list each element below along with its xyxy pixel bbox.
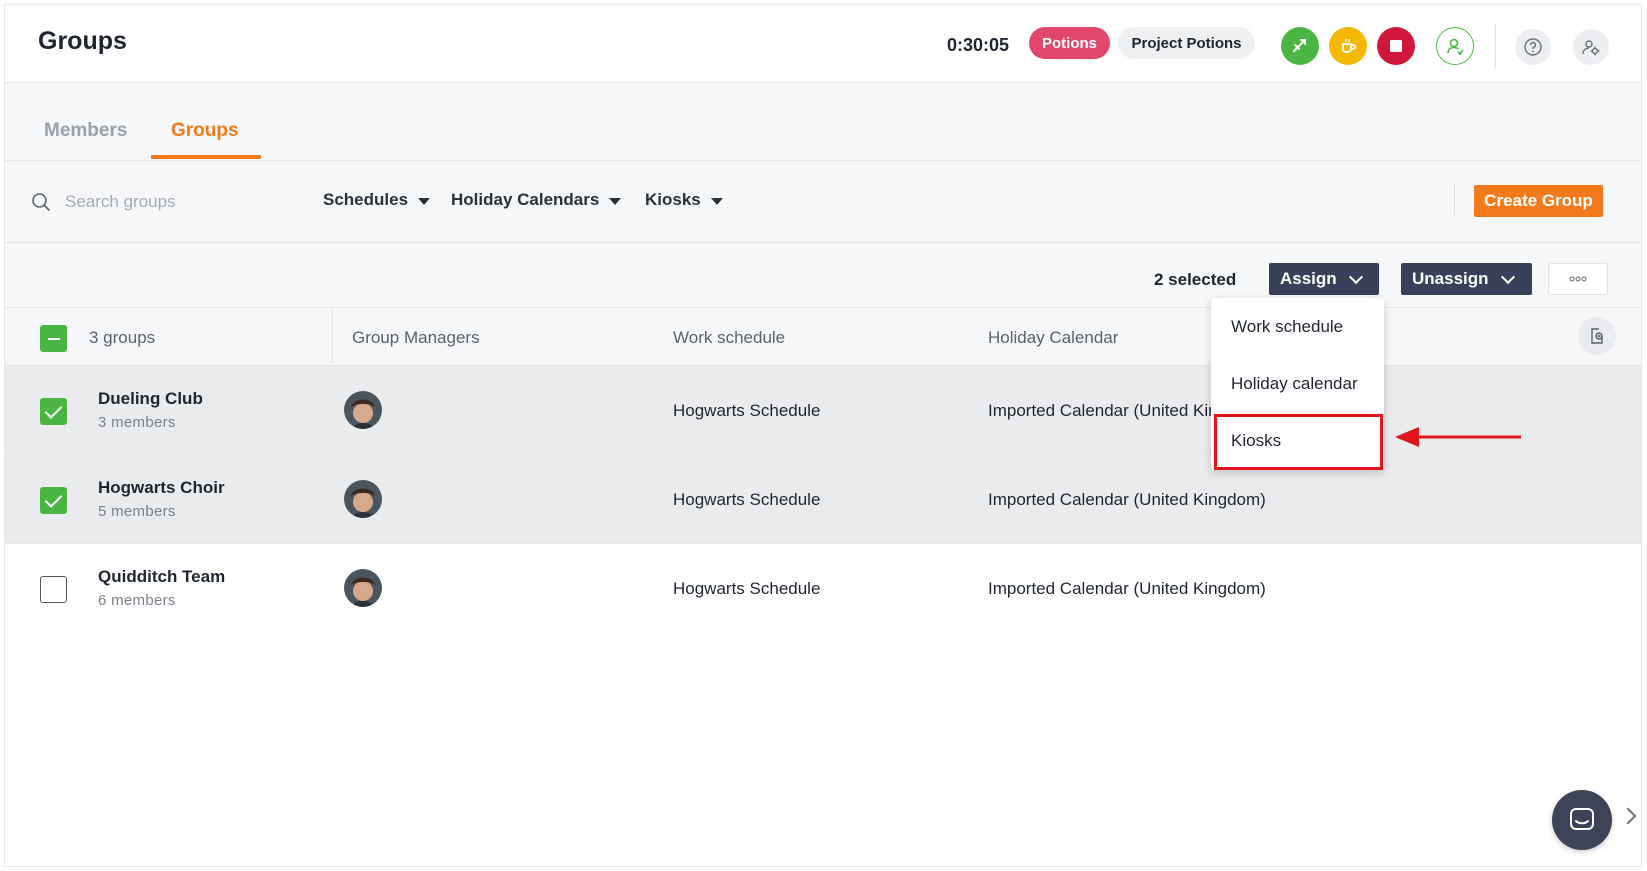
manager-avatar[interactable] (344, 480, 382, 518)
active-tab-indicator (151, 155, 261, 159)
filter-bar: Schedules Holiday Calendars Kiosks Creat… (5, 161, 1641, 243)
project-badge[interactable]: Project Potions (1118, 27, 1255, 59)
column-header-holiday-calendar[interactable]: Holiday Calendar (988, 328, 1118, 348)
more-actions-button[interactable] (1548, 263, 1608, 295)
unassign-button[interactable]: Unassign (1401, 263, 1532, 295)
select-all-checkbox[interactable] (40, 325, 67, 352)
annotation-arrow-icon (1395, 427, 1521, 447)
menu-item-work-schedule[interactable]: Work schedule (1211, 298, 1384, 355)
caret-down-icon (609, 197, 622, 205)
export-icon (1591, 328, 1603, 344)
row-checkbox[interactable] (40, 576, 67, 603)
selected-count: 2 selected (1154, 270, 1237, 289)
tab-groups[interactable]: Groups (171, 120, 239, 142)
break-button[interactable] (1329, 27, 1367, 65)
row-checkbox[interactable] (40, 398, 67, 425)
search-icon (32, 193, 50, 211)
coffee-icon (1342, 39, 1356, 53)
chevron-down-icon (1348, 269, 1363, 284)
holiday-calendar-cell: Imported Calendar (United Kingdom) (988, 490, 1266, 509)
settings-button[interactable] (1573, 29, 1609, 65)
schedules-filter-label: Schedules (323, 190, 409, 209)
work-schedule-cell: Hogwarts Schedule (673, 401, 821, 420)
search-input[interactable] (65, 189, 295, 215)
column-header-work-schedule[interactable]: Work schedule (673, 328, 785, 348)
holiday-calendar-cell: Imported Calendar (United Kingdom) (988, 579, 1266, 598)
group-member-count: 5 members (98, 503, 176, 520)
group-count-header: 3 groups (89, 328, 156, 347)
holiday-filter-label: Holiday Calendars (451, 190, 600, 209)
kiosks-filter-label: Kiosks (645, 190, 701, 209)
bulk-action-bar: 2 selected Assign Unassign (5, 243, 1641, 308)
chevron-down-icon (1500, 269, 1515, 284)
tab-members[interactable]: Members (44, 120, 127, 142)
group-name[interactable]: Hogwarts Choir (98, 478, 225, 498)
group-member-count: 6 members (98, 592, 176, 609)
holiday-calendars-filter-dropdown[interactable]: Holiday Calendars (451, 190, 622, 210)
chat-support-button[interactable] (1552, 790, 1612, 850)
work-schedule-cell: Hogwarts Schedule (673, 579, 821, 598)
chevron-right-icon[interactable] (1619, 807, 1637, 825)
column-header-managers[interactable]: Group Managers (352, 328, 480, 348)
avatar-image (344, 480, 382, 518)
chat-icon (1570, 808, 1594, 830)
table-row[interactable]: Quidditch Team 6 members Hogwarts Schedu… (5, 544, 1641, 633)
work-schedule-cell: Hogwarts Schedule (673, 490, 821, 509)
table-row[interactable]: Hogwarts Choir 5 members Hogwarts Schedu… (5, 455, 1641, 544)
team-settings-icon (1582, 40, 1600, 56)
ellipsis-icon (1569, 276, 1587, 282)
user-icon (1447, 38, 1464, 56)
table-header-row: 3 groups Group Managers Work schedule Ho… (5, 308, 1641, 366)
activity-badge[interactable]: Potions (1029, 27, 1110, 59)
avatar-image (344, 391, 382, 429)
group-member-count: 3 members (98, 414, 176, 431)
group-name[interactable]: Quidditch Team (98, 567, 225, 587)
help-button[interactable] (1515, 29, 1551, 65)
header-divider (1495, 23, 1496, 69)
schedules-filter-dropdown[interactable]: Schedules (323, 190, 431, 210)
caret-down-icon (418, 197, 431, 205)
assign-label: Assign (1280, 269, 1337, 288)
stop-button[interactable] (1377, 27, 1415, 65)
switch-activity-button[interactable] (1281, 27, 1319, 65)
switch-icon (1293, 39, 1306, 52)
tabs-bar: Members Groups (5, 83, 1641, 161)
kiosks-highlight-box (1214, 414, 1383, 470)
manager-avatar[interactable] (344, 391, 382, 429)
manager-avatar[interactable] (344, 569, 382, 607)
unassign-label: Unassign (1412, 269, 1489, 288)
export-button[interactable] (1578, 317, 1616, 355)
caret-down-icon (710, 197, 723, 205)
menu-item-holiday-calendar[interactable]: Holiday calendar (1211, 355, 1384, 412)
user-status-button[interactable] (1436, 27, 1474, 65)
assign-button[interactable]: Assign (1269, 263, 1379, 295)
page-title: Groups (38, 27, 127, 55)
filter-divider (1454, 183, 1455, 215)
avatar-image (344, 569, 382, 607)
group-name[interactable]: Dueling Club (98, 389, 203, 409)
top-header: Groups 0:30:05 Potions Project Potions (5, 5, 1641, 83)
app-window: Groups 0:30:05 Potions Project Potions M… (4, 4, 1642, 867)
stop-icon (1390, 40, 1402, 52)
kiosks-filter-dropdown[interactable]: Kiosks (645, 190, 723, 210)
help-icon (1524, 38, 1542, 56)
timer-display: 0:30:05 (947, 35, 1010, 55)
row-checkbox[interactable] (40, 487, 67, 514)
create-group-button[interactable]: Create Group (1474, 185, 1603, 217)
indeterminate-mark (47, 337, 60, 340)
